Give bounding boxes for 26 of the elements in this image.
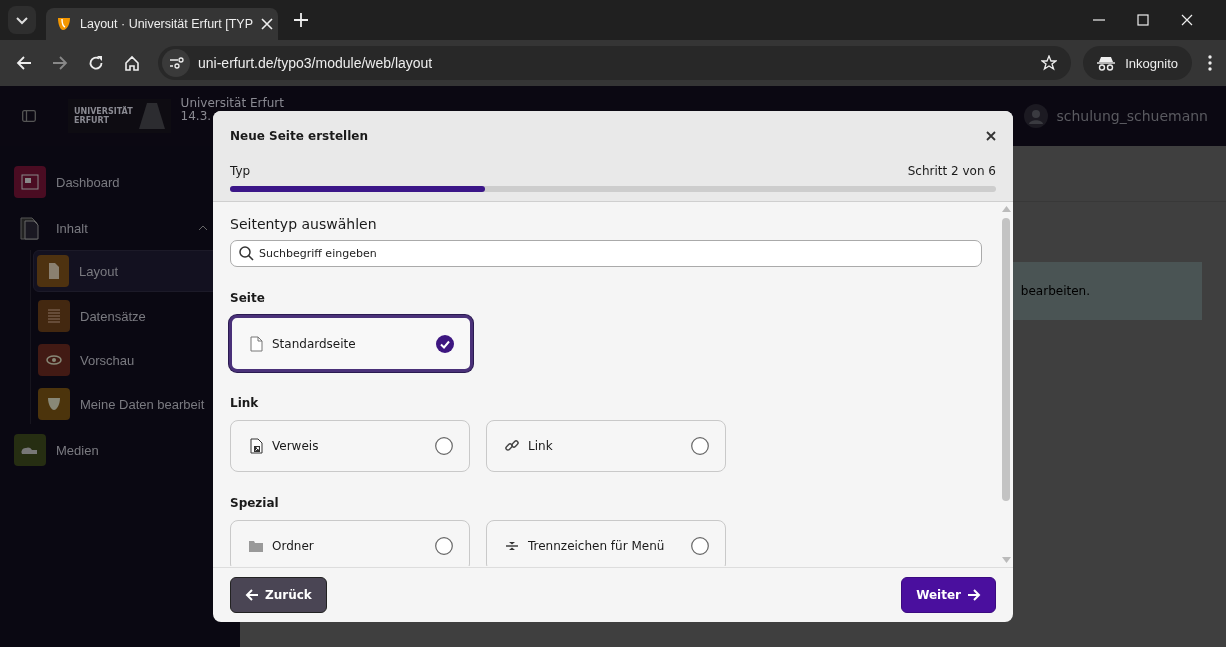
url-text: uni-erfurt.de/typo3/module/web/layout (198, 55, 433, 71)
page-type-option[interactable]: Ordner (230, 520, 470, 566)
group-title: Seite (230, 291, 266, 305)
profile-button[interactable]: Inkognito (1083, 46, 1192, 80)
address-bar[interactable]: uni-erfurt.de/typo3/module/web/layout (158, 46, 1072, 80)
sidebar-group[interactable]: Inhalt (14, 206, 208, 250)
step-label: Typ (230, 164, 251, 178)
site-name: Universität Erfurt (180, 97, 284, 110)
group-title: Spezial (230, 496, 280, 510)
page-type-option[interactable]: Verweis (230, 420, 470, 472)
next-button[interactable]: Weiter (901, 577, 996, 613)
logo-text: ERFURT (74, 116, 110, 125)
browser-tab[interactable]: Layout · Universität Erfurt [TYP (46, 8, 278, 40)
dialog-title: Neue Seite erstellen (230, 129, 368, 143)
page-type-option[interactable]: Standardseite (229, 315, 473, 372)
page-type-option[interactable]: Link (486, 420, 726, 472)
tab-title: Layout · Universität Erfurt [TYP (80, 17, 253, 31)
step-count: Schritt 2 von 6 (907, 164, 996, 178)
search-field[interactable]: Suchbegriff eingeben (230, 240, 982, 267)
notice-text: bearbeiten. (1020, 284, 1090, 298)
group-title: Link (230, 396, 260, 410)
back-button[interactable]: Zurück (230, 577, 327, 613)
logo-text: UNIVERSITÄT (74, 107, 133, 116)
page-type-option[interactable]: Trennzeichen für Menü (486, 520, 726, 566)
version-text: 14.3. (180, 110, 213, 123)
section-heading: Seitentyp auswählen (230, 216, 378, 232)
